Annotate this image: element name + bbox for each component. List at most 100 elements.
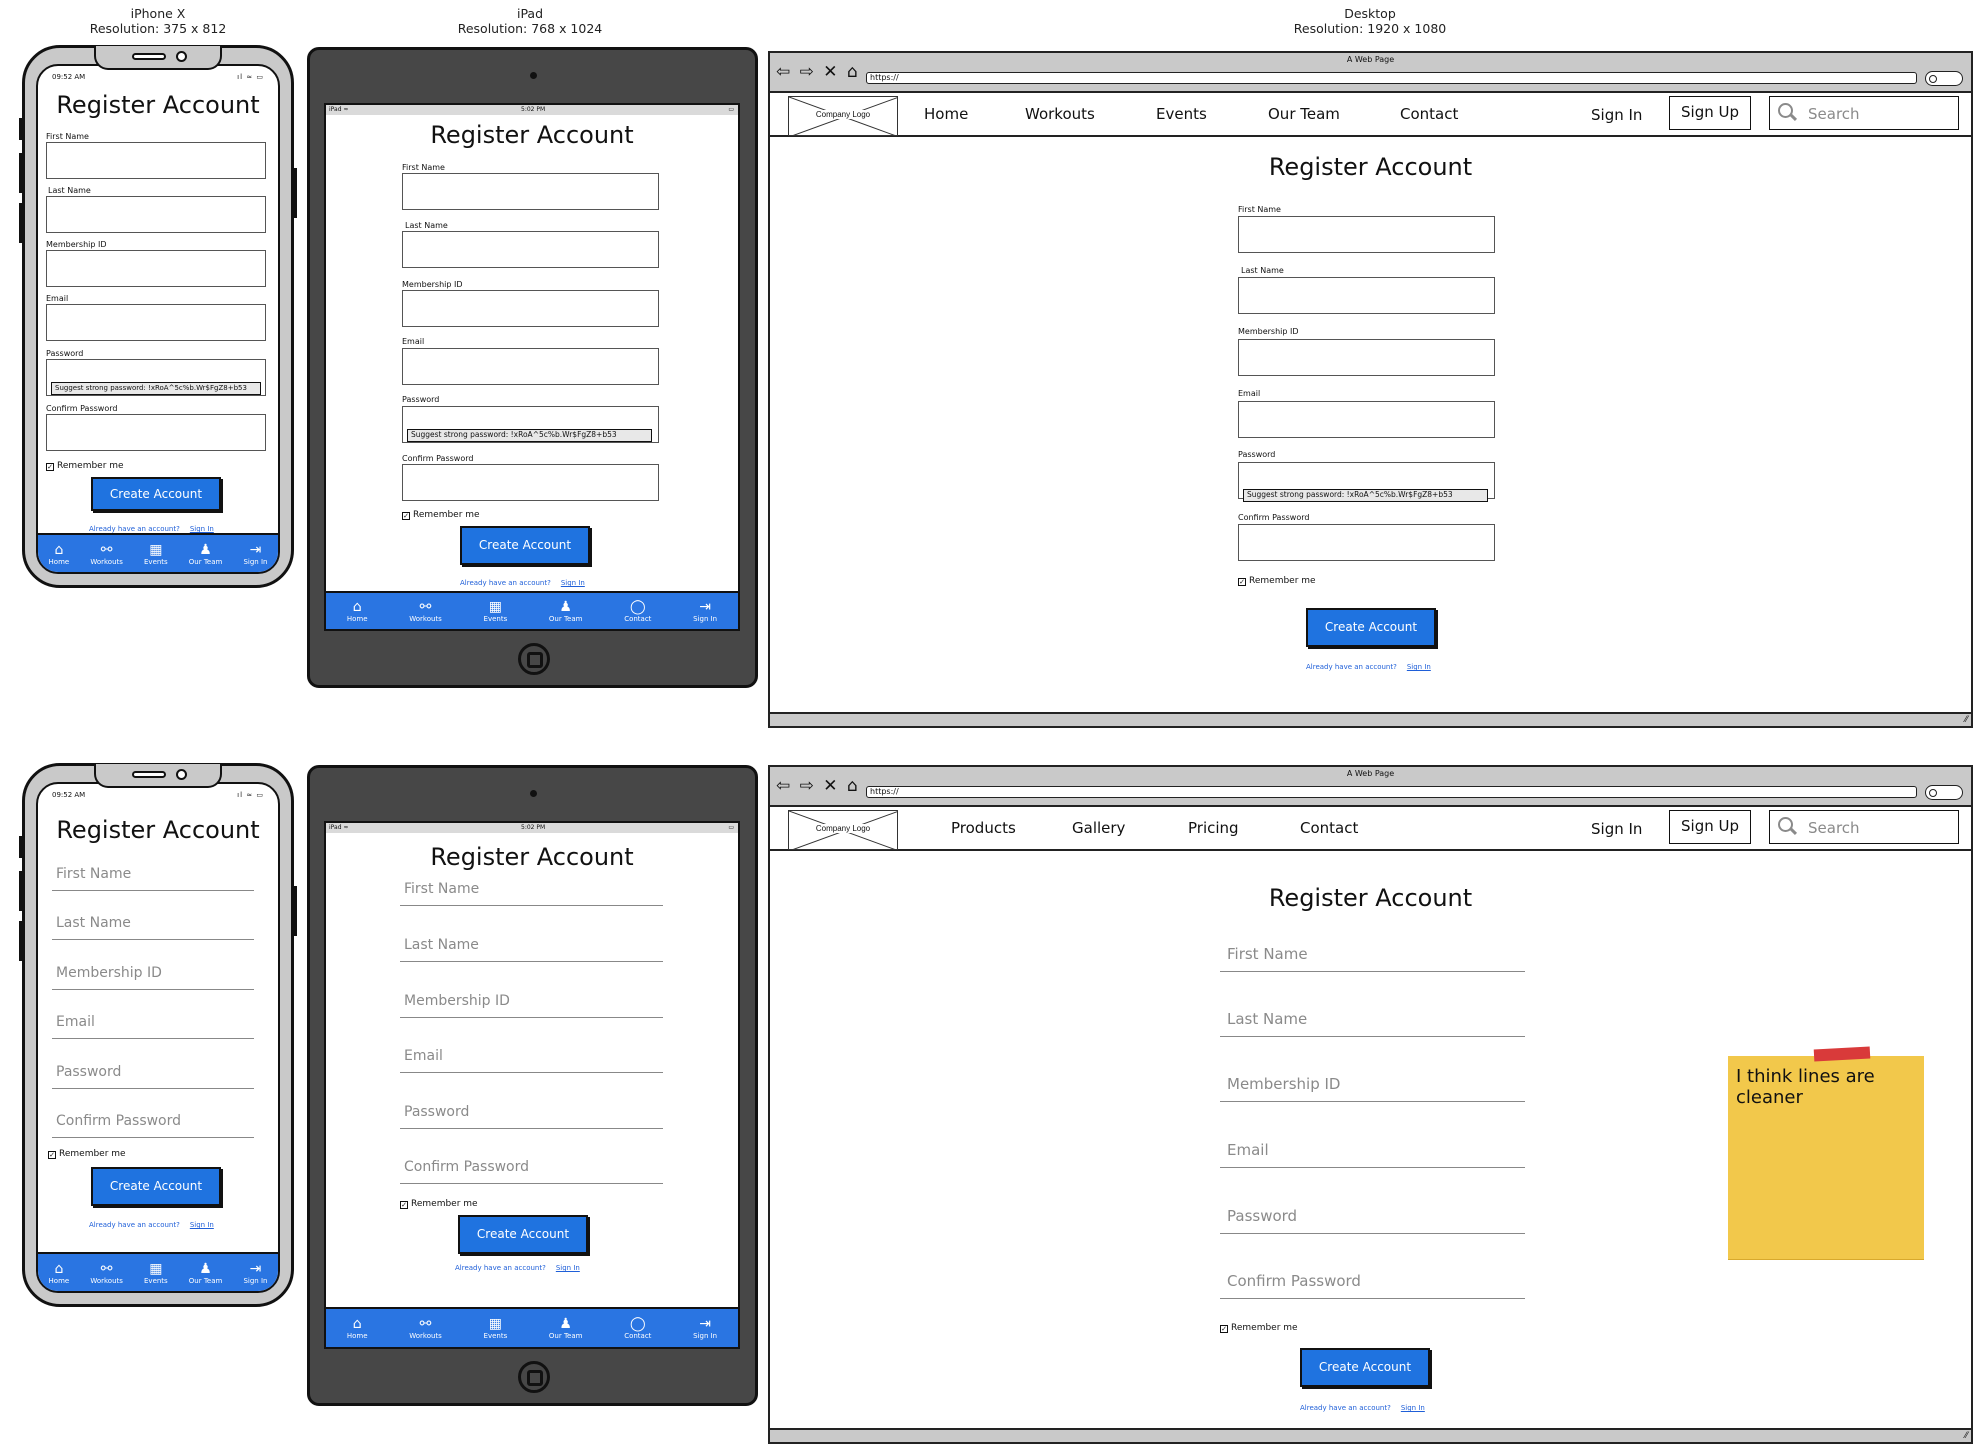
- nav-our-team[interactable]: ♟ Our Team: [189, 542, 223, 566]
- nav-contact[interactable]: ◯ Contact: [624, 1316, 651, 1340]
- nav-contact[interactable]: ◯ Contact: [624, 599, 651, 623]
- nav-workouts[interactable]: ⚯ Workouts: [90, 1261, 123, 1285]
- browser-nav-controls[interactable]: ⇦ ⇨ ✕ ⌂: [776, 776, 860, 796]
- create-account-button[interactable]: Create Account: [460, 526, 590, 565]
- membership-id-input[interactable]: [402, 290, 659, 327]
- email-input[interactable]: [1238, 401, 1495, 438]
- nav-link-gallery[interactable]: Gallery: [1072, 819, 1125, 837]
- confirm-password-input[interactable]: [46, 414, 266, 451]
- create-account-button[interactable]: Create Account: [1306, 608, 1436, 647]
- nav-home[interactable]: ⌂ Home: [49, 542, 70, 566]
- create-account-button[interactable]: Create Account: [91, 477, 221, 511]
- company-logo[interactable]: Company Logo: [788, 96, 898, 136]
- password-suggestion[interactable]: Suggest strong password: !xRoA^5c%b.Wr$F…: [1243, 489, 1488, 502]
- membership-id-input[interactable]: [46, 250, 266, 287]
- nav-link-contact[interactable]: Contact: [1300, 819, 1358, 837]
- sign-in-link-bottom[interactable]: Sign In: [1401, 1404, 1425, 1412]
- nav-workouts[interactable]: ⚯ Workouts: [409, 599, 442, 623]
- sign-in-link[interactable]: Sign In: [190, 1221, 214, 1229]
- last-name-input[interactable]: Last Name: [400, 937, 663, 962]
- sign-in-link[interactable]: Sign In: [1591, 820, 1642, 838]
- nav-link-pricing[interactable]: Pricing: [1188, 819, 1239, 837]
- nav-sign-in[interactable]: ⇥ Sign In: [243, 1261, 267, 1285]
- create-account-button[interactable]: Create Account: [1300, 1348, 1430, 1387]
- nav-link-products[interactable]: Products: [951, 819, 1016, 837]
- first-name-input[interactable]: [46, 142, 266, 179]
- sign-in-link[interactable]: Sign In: [561, 579, 585, 587]
- create-account-button[interactable]: Create Account: [458, 1215, 588, 1254]
- nav-events[interactable]: ▦ Events: [144, 542, 168, 566]
- sign-up-button[interactable]: Sign Up: [1669, 96, 1751, 130]
- membership-id-input[interactable]: [1238, 339, 1495, 376]
- nav-home[interactable]: ⌂ Home: [347, 599, 368, 623]
- checkbox-icon[interactable]: ✓: [1238, 578, 1246, 586]
- last-name-input[interactable]: [46, 196, 266, 233]
- password-input[interactable]: Password: [52, 1064, 254, 1089]
- remember-me-checkbox[interactable]: ✓ Remember me: [48, 1149, 126, 1159]
- nav-link-contact[interactable]: Contact: [1400, 105, 1458, 123]
- first-name-input[interactable]: [1238, 216, 1495, 253]
- sign-in-link[interactable]: Sign In: [1591, 106, 1642, 124]
- first-name-input[interactable]: First Name: [400, 881, 663, 906]
- nav-events[interactable]: ▦ Events: [144, 1261, 168, 1285]
- nav-workouts[interactable]: ⚯ Workouts: [409, 1316, 442, 1340]
- last-name-input[interactable]: Last Name: [52, 915, 254, 940]
- checkbox-icon[interactable]: ✓: [402, 512, 410, 520]
- nav-sign-in[interactable]: ⇥ Sign In: [693, 1316, 717, 1340]
- browser-search-pill[interactable]: [1925, 71, 1963, 86]
- membership-id-input[interactable]: Membership ID: [1220, 1075, 1525, 1102]
- email-input[interactable]: Email: [400, 1048, 663, 1073]
- remember-me-checkbox[interactable]: ✓ Remember me: [1238, 576, 1316, 586]
- nav-events[interactable]: ▦ Events: [484, 1316, 508, 1340]
- sign-in-link-bottom[interactable]: Sign In: [1407, 663, 1431, 671]
- resize-grip-icon[interactable]: ⁄⁄: [1965, 714, 1968, 724]
- resize-grip-icon[interactable]: ⁄⁄: [1965, 1430, 1968, 1440]
- password-suggestion[interactable]: Suggest strong password: !xRoA^5c%b.Wr$F…: [51, 382, 261, 395]
- remember-me-checkbox[interactable]: ✓ Remember me: [1220, 1323, 1298, 1333]
- company-logo[interactable]: Company Logo: [788, 810, 898, 850]
- nav-sign-in[interactable]: ⇥ Sign In: [243, 542, 267, 566]
- address-bar[interactable]: https://: [866, 72, 1917, 84]
- confirm-password-input[interactable]: Confirm Password: [400, 1159, 663, 1184]
- checkbox-icon[interactable]: ✓: [48, 1151, 56, 1159]
- password-input[interactable]: Password: [1220, 1207, 1525, 1234]
- create-account-button[interactable]: Create Account: [91, 1167, 221, 1206]
- browser-nav-controls[interactable]: ⇦ ⇨ ✕ ⌂: [776, 62, 860, 82]
- first-name-input[interactable]: First Name: [1220, 945, 1525, 972]
- sign-in-link[interactable]: Sign In: [190, 525, 214, 533]
- confirm-password-input[interactable]: Confirm Password: [1220, 1272, 1525, 1299]
- last-name-input[interactable]: [402, 231, 659, 268]
- tablet-home-button[interactable]: [518, 643, 550, 675]
- membership-id-input[interactable]: Membership ID: [52, 965, 254, 990]
- password-input[interactable]: Password: [400, 1104, 663, 1129]
- sign-in-link[interactable]: Sign In: [556, 1264, 580, 1272]
- remember-me-checkbox[interactable]: ✓ Remember me: [400, 1199, 478, 1209]
- nav-link-events[interactable]: Events: [1156, 105, 1207, 123]
- nav-home[interactable]: ⌂ Home: [347, 1316, 368, 1340]
- email-input[interactable]: Email: [1220, 1141, 1525, 1168]
- membership-id-input[interactable]: Membership ID: [400, 993, 663, 1018]
- browser-search-pill[interactable]: [1925, 785, 1963, 800]
- checkbox-icon[interactable]: ✓: [1220, 1325, 1228, 1333]
- nav-workouts[interactable]: ⚯ Workouts: [90, 542, 123, 566]
- confirm-password-input[interactable]: [1238, 524, 1495, 561]
- last-name-input[interactable]: Last Name: [1220, 1010, 1525, 1037]
- search-input[interactable]: Search: [1769, 96, 1959, 130]
- nav-link-our-team[interactable]: Our Team: [1268, 105, 1340, 123]
- remember-me-checkbox[interactable]: ✓ Remember me: [46, 461, 124, 471]
- first-name-input[interactable]: [402, 173, 659, 210]
- nav-our-team[interactable]: ♟ Our Team: [549, 599, 583, 623]
- address-bar[interactable]: https://: [866, 786, 1917, 798]
- nav-our-team[interactable]: ♟ Our Team: [549, 1316, 583, 1340]
- email-input[interactable]: [402, 348, 659, 385]
- checkbox-icon[interactable]: ✓: [46, 463, 54, 471]
- confirm-password-input[interactable]: [402, 464, 659, 501]
- nav-link-workouts[interactable]: Workouts: [1025, 105, 1095, 123]
- password-suggestion[interactable]: Suggest strong password: !xRoA^5c%b.Wr$F…: [407, 429, 652, 442]
- email-input[interactable]: [46, 304, 266, 341]
- nav-sign-in[interactable]: ⇥ Sign In: [693, 599, 717, 623]
- nav-our-team[interactable]: ♟ Our Team: [189, 1261, 223, 1285]
- first-name-input[interactable]: First Name: [52, 866, 254, 891]
- nav-link-home[interactable]: Home: [924, 105, 968, 123]
- nav-home[interactable]: ⌂ Home: [49, 1261, 70, 1285]
